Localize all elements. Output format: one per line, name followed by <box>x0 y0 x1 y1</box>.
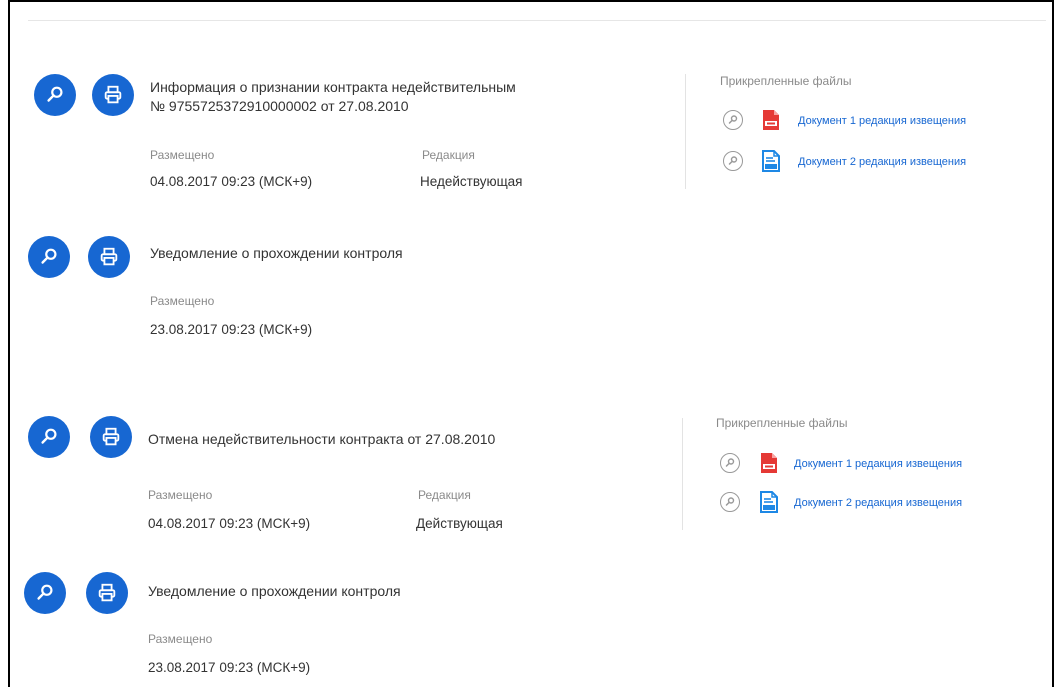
entry-title: Отмена недействительности контракта от 2… <box>148 431 496 447</box>
file-link[interactable]: Документ 2 редакция извещения <box>794 497 962 509</box>
view-button[interactable] <box>28 236 70 278</box>
entry-title: Информация о признании контракта недейст… <box>150 79 516 95</box>
attached-files-heading: Прикрепленные файлы <box>720 74 852 88</box>
view-button[interactable] <box>34 74 76 116</box>
placed-value: 23.08.2017 09:23 (МСК+9) <box>150 322 313 337</box>
column-divider <box>682 418 683 530</box>
file-view-button[interactable] <box>723 110 743 130</box>
entry-title: Уведомление о прохождении контроля <box>150 245 403 261</box>
search-icon <box>41 248 57 264</box>
docx-file-icon[interactable] <box>762 150 780 172</box>
pdf-file-icon[interactable] <box>760 452 778 474</box>
file-link[interactable]: Документ 2 редакция извещения <box>798 156 966 168</box>
view-button[interactable] <box>28 416 70 458</box>
edition-label: Редакция <box>422 148 475 162</box>
search-icon <box>728 156 738 165</box>
pdf-file-icon[interactable] <box>762 109 780 131</box>
content-panel: Информация о признании контракта недейст… <box>8 0 1054 687</box>
search-icon <box>47 86 63 102</box>
print-button[interactable] <box>88 236 130 278</box>
print-button[interactable] <box>86 572 128 614</box>
edition-value: Недействующая <box>420 174 523 189</box>
edition-value: Действующая <box>416 516 503 531</box>
print-icon <box>98 583 116 602</box>
search-icon <box>37 584 53 600</box>
entry-title-number: № 9755725372910000002 от 27.08.2010 <box>150 98 409 114</box>
print-button[interactable] <box>92 74 134 116</box>
search-icon <box>725 497 735 506</box>
search-icon <box>725 458 735 467</box>
file-view-button[interactable] <box>720 453 740 473</box>
placed-value: 04.08.2017 09:23 (МСК+9) <box>148 516 311 531</box>
print-icon <box>102 427 120 446</box>
entry-title: Уведомление о прохождении контроля <box>148 583 401 599</box>
docx-file-icon[interactable] <box>760 491 778 513</box>
print-icon <box>104 85 122 104</box>
placed-label: Размещено <box>148 632 213 646</box>
print-icon <box>100 247 118 266</box>
file-link[interactable]: Документ 1 редакция извещения <box>794 458 962 470</box>
placed-value: 23.08.2017 09:23 (МСК+9) <box>148 660 311 675</box>
placed-label: Размещено <box>148 488 213 502</box>
file-link[interactable]: Документ 1 редакция извещения <box>798 115 966 127</box>
print-button[interactable] <box>90 416 132 458</box>
search-icon <box>728 115 738 124</box>
placed-label: Размещено <box>150 294 215 308</box>
placed-label: Размещено <box>150 148 215 162</box>
column-divider <box>685 74 686 189</box>
file-view-button[interactable] <box>723 151 743 171</box>
view-button[interactable] <box>24 572 66 614</box>
file-view-button[interactable] <box>720 492 740 512</box>
top-divider <box>28 20 1046 21</box>
search-icon <box>41 428 57 444</box>
attached-files-heading: Прикрепленные файлы <box>716 416 848 430</box>
placed-value: 04.08.2017 09:23 (МСК+9) <box>150 174 313 189</box>
edition-label: Редакция <box>418 488 471 502</box>
